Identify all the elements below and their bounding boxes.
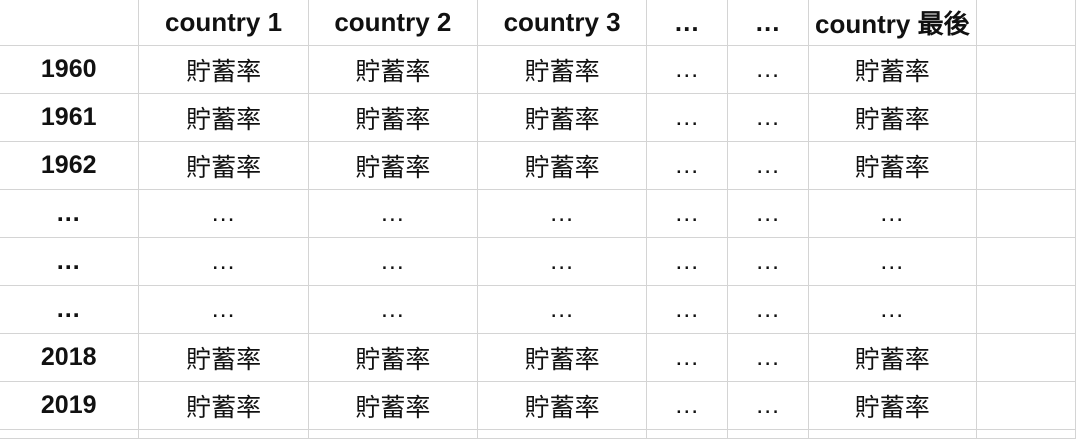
data-cell[interactable]: … (727, 381, 810, 430)
row-header-cell[interactable]: … (0, 189, 140, 238)
data-cell[interactable]: 貯蓄率 (476, 333, 648, 382)
empty-cell[interactable] (0, 429, 140, 439)
empty-cell[interactable] (975, 381, 1077, 430)
data-cell[interactable]: … (476, 285, 648, 334)
row-header-cell[interactable]: 1962 (0, 141, 140, 190)
data-cell[interactable]: … (727, 333, 810, 382)
data-cell[interactable]: … (727, 45, 810, 94)
empty-cell[interactable] (975, 285, 1077, 334)
data-cell[interactable]: 貯蓄率 (476, 93, 648, 142)
empty-cell[interactable] (975, 429, 1077, 439)
data-cell[interactable]: 貯蓄率 (476, 141, 648, 190)
data-cell[interactable]: … (646, 333, 729, 382)
empty-cell[interactable] (808, 429, 977, 439)
data-cell[interactable]: 貯蓄率 (808, 93, 977, 142)
column-header-cell[interactable]: country 最後 (808, 0, 977, 46)
data-cell[interactable]: 貯蓄率 (138, 93, 309, 142)
column-header-cell[interactable]: … (646, 0, 729, 46)
data-cell[interactable]: … (307, 189, 478, 238)
data-cell[interactable]: … (646, 93, 729, 142)
empty-cell[interactable] (307, 429, 478, 439)
data-cell[interactable]: … (646, 285, 729, 334)
data-cell[interactable]: … (307, 285, 478, 334)
data-cell[interactable]: 貯蓄率 (138, 333, 309, 382)
data-cell[interactable]: 貯蓄率 (808, 141, 977, 190)
data-cell[interactable]: … (307, 237, 478, 286)
data-cell[interactable]: … (138, 285, 309, 334)
table-row: ………………… (0, 189, 1077, 238)
table-row: 2018 貯蓄率 貯蓄率 貯蓄率…… 貯蓄率 (0, 333, 1077, 382)
column-header-cell[interactable]: … (727, 0, 810, 46)
data-cell[interactable]: … (476, 189, 648, 238)
empty-cell[interactable] (975, 189, 1077, 238)
table-row: ………………… (0, 237, 1077, 286)
empty-cell[interactable] (975, 45, 1077, 94)
spreadsheet-grid: country 1 country 2 country 3…… country 最後 1… (0, 0, 1077, 439)
data-cell[interactable]: 貯蓄率 (307, 333, 478, 382)
spreadsheet: country 1 country 2 country 3…… country 最後 1… (0, 0, 1078, 446)
row-header-cell[interactable]: … (0, 285, 140, 334)
empty-cell[interactable] (727, 429, 810, 439)
empty-cell[interactable] (975, 237, 1077, 286)
data-cell[interactable]: … (646, 189, 729, 238)
data-cell[interactable]: … (727, 93, 810, 142)
table-row: 2019 貯蓄率 貯蓄率 貯蓄率…… 貯蓄率 (0, 381, 1077, 430)
data-cell[interactable]: … (808, 285, 977, 334)
data-cell[interactable]: … (138, 189, 309, 238)
column-header-cell[interactable]: country 2 (307, 0, 478, 46)
empty-cell[interactable] (476, 429, 648, 439)
column-header-cell[interactable]: country 1 (138, 0, 309, 46)
data-cell[interactable]: … (646, 45, 729, 94)
data-cell[interactable]: … (646, 381, 729, 430)
row-header-cell[interactable]: 1961 (0, 93, 140, 142)
data-cell[interactable]: … (646, 237, 729, 286)
data-cell[interactable]: 貯蓄率 (138, 45, 309, 94)
row-header-cell[interactable]: 2019 (0, 381, 140, 430)
data-cell[interactable]: … (808, 237, 977, 286)
data-cell[interactable]: … (138, 237, 309, 286)
empty-cell[interactable] (975, 0, 1077, 46)
data-cell[interactable]: 貯蓄率 (307, 93, 478, 142)
header-row: country 1 country 2 country 3…… country 最後 (0, 0, 1077, 46)
data-cell[interactable]: 貯蓄率 (138, 141, 309, 190)
row-header-cell[interactable]: 2018 (0, 333, 140, 382)
table-row (0, 429, 1077, 439)
column-header-cell[interactable]: country 3 (476, 0, 648, 46)
data-cell[interactable]: … (727, 237, 810, 286)
row-header-cell[interactable]: 1960 (0, 45, 140, 94)
data-cell[interactable]: 貯蓄率 (307, 45, 478, 94)
data-cell[interactable]: … (476, 237, 648, 286)
empty-cell[interactable] (975, 141, 1077, 190)
data-cell[interactable]: 貯蓄率 (476, 45, 648, 94)
table-row: ………………… (0, 285, 1077, 334)
data-cell[interactable]: 貯蓄率 (138, 381, 309, 430)
data-cell[interactable]: 貯蓄率 (307, 141, 478, 190)
data-cell[interactable]: 貯蓄率 (808, 333, 977, 382)
data-cell[interactable]: … (727, 141, 810, 190)
row-header-cell[interactable]: … (0, 237, 140, 286)
table-row: 1960 貯蓄率 貯蓄率 貯蓄率…… 貯蓄率 (0, 45, 1077, 94)
data-cell[interactable]: 貯蓄率 (808, 381, 977, 430)
data-cell[interactable]: 貯蓄率 (307, 381, 478, 430)
empty-cell[interactable] (646, 429, 729, 439)
data-cell[interactable]: … (808, 189, 977, 238)
data-cell[interactable]: … (727, 285, 810, 334)
data-cell[interactable]: 貯蓄率 (476, 381, 648, 430)
data-cell[interactable]: … (646, 141, 729, 190)
data-cell[interactable]: 貯蓄率 (808, 45, 977, 94)
empty-cell[interactable] (975, 93, 1077, 142)
table-row: 1962 貯蓄率 貯蓄率 貯蓄率…… 貯蓄率 (0, 141, 1077, 190)
empty-cell[interactable] (138, 429, 309, 439)
data-cell[interactable]: … (727, 189, 810, 238)
corner-cell[interactable] (0, 0, 140, 46)
empty-cell[interactable] (975, 333, 1077, 382)
table-row: 1961 貯蓄率 貯蓄率 貯蓄率…… 貯蓄率 (0, 93, 1077, 142)
